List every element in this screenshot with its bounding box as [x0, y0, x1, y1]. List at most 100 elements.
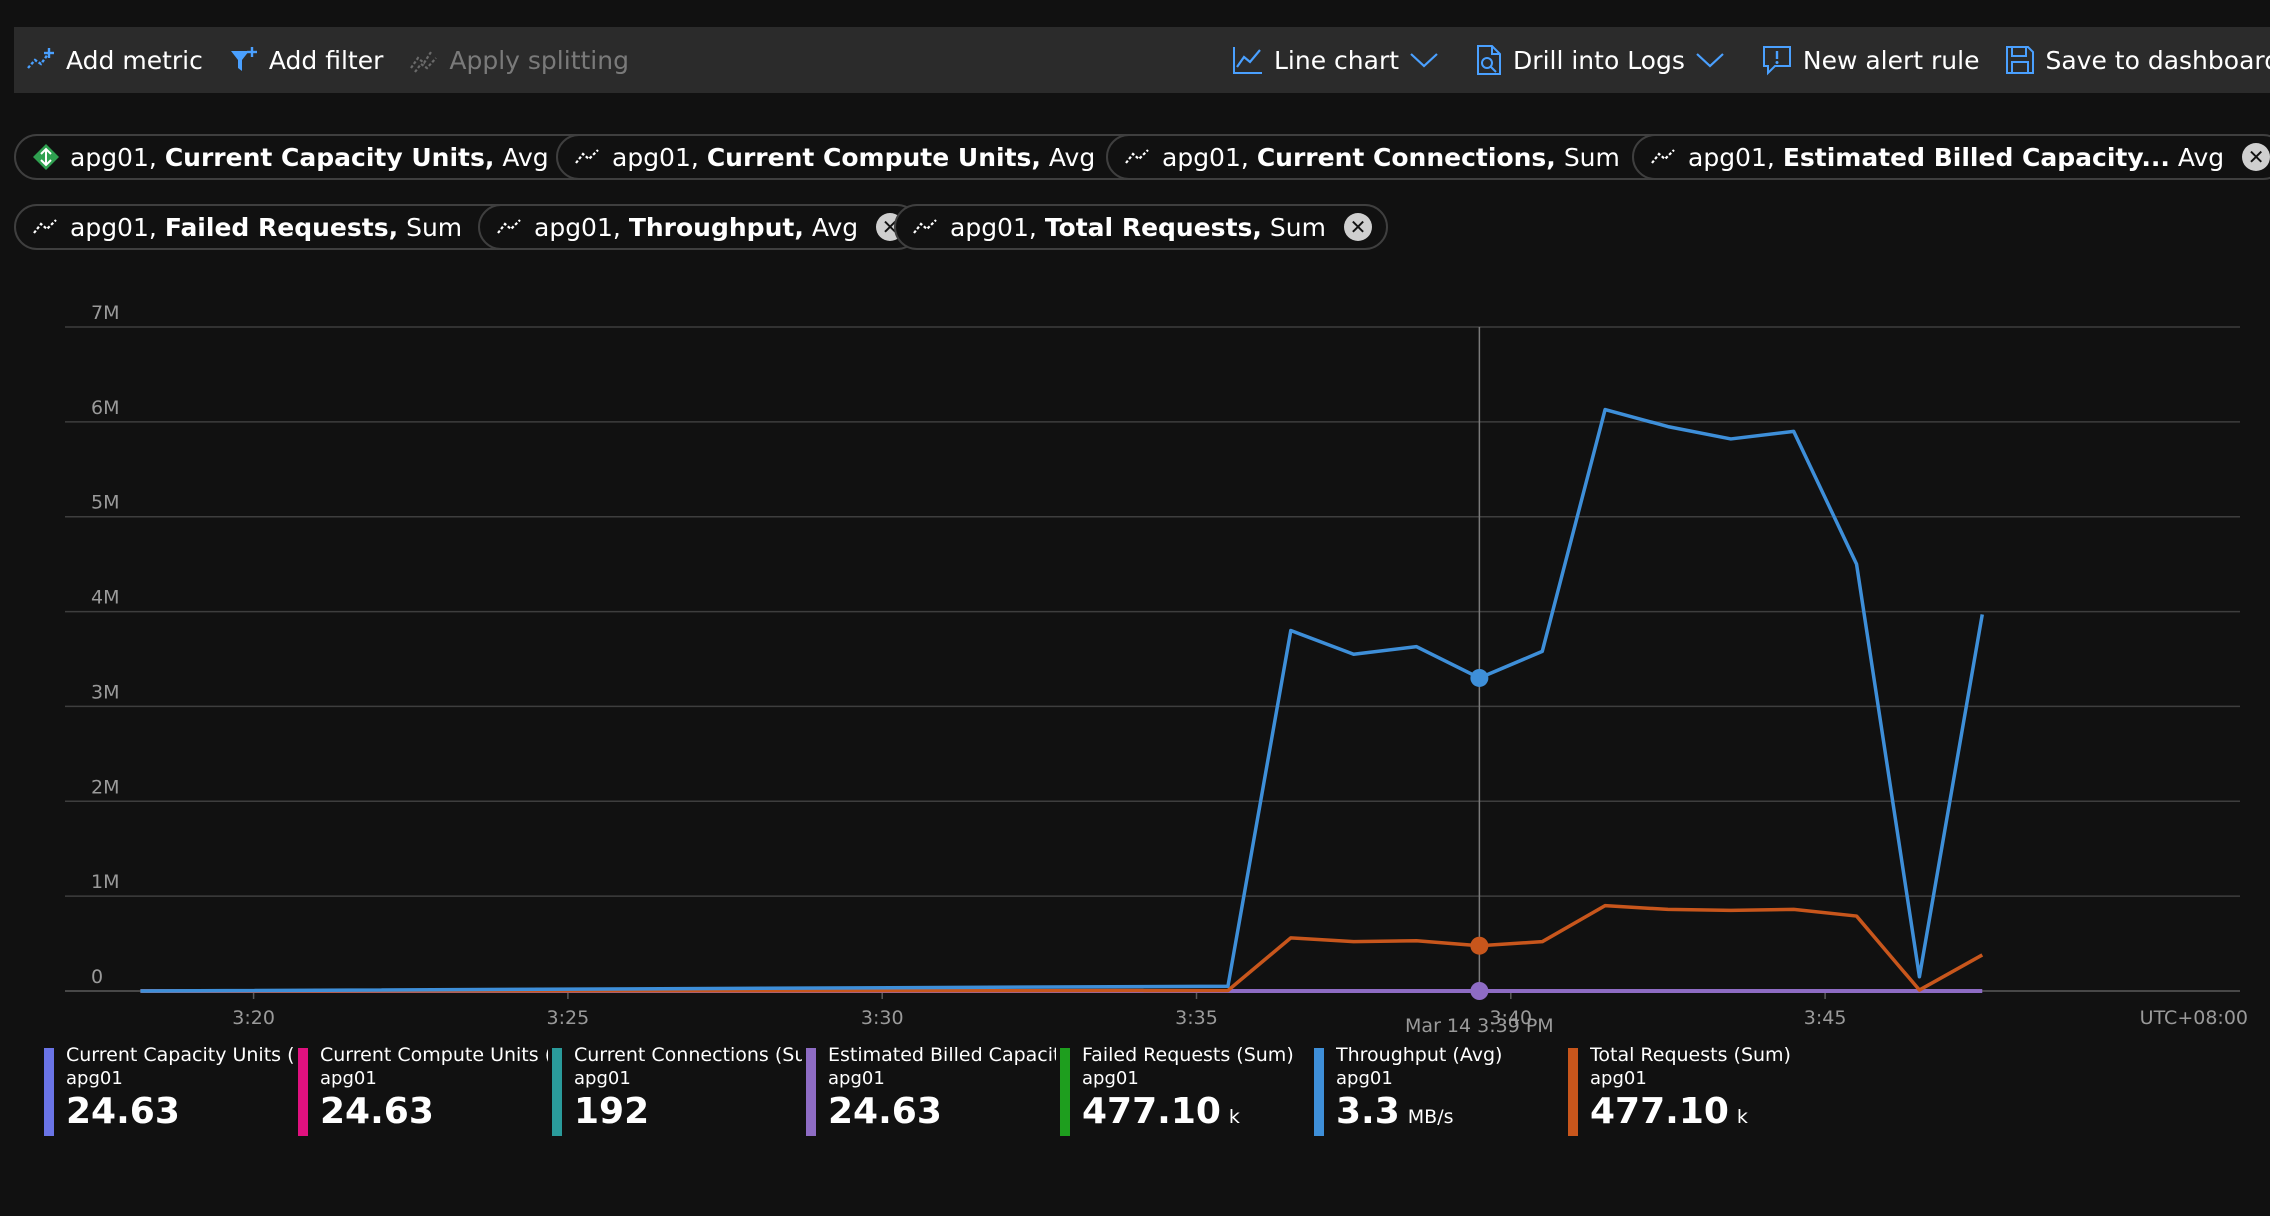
- line-chart-icon: [1233, 47, 1262, 74]
- legend-value: 24.63: [66, 1091, 180, 1132]
- y-tick-label: 4M: [91, 587, 119, 609]
- legend-color-bar: [44, 1048, 54, 1136]
- legend-value: 24.63: [320, 1091, 434, 1132]
- legend-metric-name: Estimated Billed Capacity ...: [828, 1044, 1056, 1066]
- remove-metric-icon[interactable]: ✕: [1343, 213, 1372, 241]
- legend-color-bar: [1314, 1048, 1324, 1136]
- legend-resource: apg01: [66, 1068, 123, 1089]
- apply-splitting-label: Apply splitting: [449, 45, 629, 75]
- metric-pill-current-capacity[interactable]: apg01, Current Capacity Units, Avg ✕: [14, 134, 611, 180]
- legend-resource: apg01: [320, 1068, 377, 1089]
- legend-item[interactable]: Throughput (Avg) apg01 3.3 MB/s: [1314, 1044, 1568, 1136]
- legend-item[interactable]: Failed Requests (Sum) apg01 477.10 k: [1060, 1044, 1314, 1136]
- marker-throughput: [1470, 668, 1489, 687]
- pill-resource: apg01,: [612, 142, 699, 172]
- pill-aggregation: Avg: [2177, 142, 2225, 172]
- metric-pill-estimated-billed[interactable]: apg01, Estimated Billed Capacity... Avg …: [1632, 134, 2270, 180]
- legend-item[interactable]: Current Compute Units (A... apg01 24.63: [298, 1044, 552, 1136]
- legend-value: 3.3: [1336, 1091, 1400, 1132]
- apply-splitting-button[interactable]: Apply splitting: [409, 46, 629, 75]
- pill-resource: apg01,: [950, 212, 1037, 242]
- metric-pill-current-compute[interactable]: apg01, Current Compute Units, Avg ✕: [556, 134, 1158, 180]
- y-tick-label: 7M: [91, 302, 119, 324]
- pill-metric: Current Connections,: [1256, 142, 1556, 172]
- legend-color-bar: [1060, 1048, 1070, 1136]
- x-tick-label: 3:45: [1804, 1007, 1847, 1029]
- timezone-label: UTC+08:00: [2140, 1007, 2248, 1029]
- chevron-down-icon: [1696, 53, 1724, 68]
- x-tick-label: 3:35: [1175, 1007, 1218, 1029]
- chart-legend: Current Capacity Units (Avg) apg01 24.63…: [44, 1044, 1822, 1136]
- chevron-down-icon: [1410, 53, 1438, 68]
- save-icon: [2006, 46, 2035, 74]
- app-gateway-icon: [32, 143, 60, 171]
- y-tick-label: 3M: [91, 681, 119, 703]
- add-metric-label: Add metric: [66, 45, 203, 75]
- metric-line-icon: [574, 143, 602, 171]
- save-to-dashboard-label: Save to dashboard: [2045, 45, 2270, 75]
- remove-metric-icon[interactable]: ✕: [2242, 143, 2270, 171]
- pill-metric: Estimated Billed Capacity...: [1782, 142, 2170, 172]
- legend-value: 477.10: [1082, 1091, 1221, 1132]
- series-line-throughput: [140, 407, 1984, 993]
- legend-resource: apg01: [1082, 1068, 1139, 1089]
- legend-metric-name: Current Connections (Sum): [574, 1044, 802, 1066]
- legend-item[interactable]: Total Requests (Sum) apg01 477.10 k: [1568, 1044, 1822, 1136]
- y-tick-label: 1M: [91, 871, 119, 893]
- metric-pill-current-connections[interactable]: apg01, Current Connections, Sum ✕: [1106, 134, 1682, 180]
- line-chart-dropdown[interactable]: Line chart: [1232, 45, 1449, 75]
- alert-icon: [1762, 46, 1791, 76]
- pill-resource: apg01,: [70, 142, 157, 172]
- cursor-time-label: Mar 14 3:39 PM: [1405, 1015, 1554, 1037]
- series-line-total-requests: [140, 903, 1984, 993]
- y-tick-label: 0: [91, 966, 103, 988]
- legend-item[interactable]: Current Connections (Sum) apg01 192: [552, 1044, 806, 1136]
- metric-line-icon: [32, 213, 60, 241]
- pill-aggregation: Sum: [1563, 142, 1620, 172]
- x-tick-label: 3:20: [232, 1007, 275, 1029]
- legend-color-bar: [806, 1048, 816, 1136]
- legend-resource: apg01: [1590, 1068, 1647, 1089]
- pill-resource: apg01,: [534, 212, 621, 242]
- save-to-dashboard-dropdown[interactable]: Save to dashboard: [2005, 45, 2270, 75]
- pill-metric: Throughput,: [628, 212, 804, 242]
- legend-resource: apg01: [1336, 1068, 1393, 1089]
- legend-resource: apg01: [574, 1068, 631, 1089]
- metrics-toolbar: Add metric Add filter Apply splitting Li…: [14, 27, 2270, 93]
- splitting-icon: [410, 51, 438, 73]
- add-filter-button[interactable]: Add filter: [229, 45, 383, 75]
- legend-unit: k: [1736, 1106, 1748, 1128]
- legend-value: 24.63: [828, 1091, 942, 1132]
- pill-aggregation: Sum: [406, 212, 463, 242]
- add-metric-button[interactable]: Add metric: [26, 46, 203, 75]
- drill-into-logs-dropdown[interactable]: Drill into Logs: [1475, 44, 1735, 76]
- y-tick-label: 2M: [91, 776, 119, 798]
- drill-into-logs-label: Drill into Logs: [1513, 45, 1685, 75]
- metric-pill-total-requests[interactable]: apg01, Total Requests, Sum ✕: [894, 204, 1388, 250]
- pill-metric: Current Compute Units,: [706, 142, 1041, 172]
- marker-total-requests: [1470, 936, 1489, 955]
- legend-unit: MB/s: [1407, 1106, 1454, 1128]
- new-alert-rule-button[interactable]: New alert rule: [1761, 44, 1979, 76]
- legend-resource: apg01: [828, 1068, 885, 1089]
- metrics-line-chart[interactable]: 01M2M3M4M5M6M7M3:20 3:25 3:30 3:35 3:40 3:45 U…: [0, 290, 2270, 1040]
- legend-item[interactable]: Current Capacity Units (Avg) apg01 24.63: [44, 1044, 298, 1136]
- metric-pill-failed-requests[interactable]: apg01, Failed Requests, Sum ✕: [14, 204, 525, 250]
- legend-metric-name: Current Capacity Units (Avg): [66, 1044, 294, 1066]
- metric-line-icon: [496, 213, 524, 241]
- legend-metric-name: Failed Requests (Sum): [1082, 1044, 1294, 1066]
- add-filter-icon: [230, 47, 257, 71]
- pill-aggregation: Avg: [1048, 142, 1096, 172]
- metric-line-icon: [1650, 143, 1678, 171]
- line-chart-label: Line chart: [1274, 45, 1400, 75]
- y-tick-label: 5M: [91, 492, 119, 514]
- metric-line-icon: [912, 213, 940, 241]
- legend-color-bar: [552, 1048, 562, 1136]
- pill-metric: Current Capacity Units,: [164, 142, 495, 172]
- pill-resource: apg01,: [1162, 142, 1249, 172]
- pill-resource: apg01,: [70, 212, 157, 242]
- pill-aggregation: Sum: [1269, 212, 1326, 242]
- metric-pill-throughput[interactable]: apg01, Throughput, Avg ✕: [478, 204, 921, 250]
- legend-item[interactable]: Estimated Billed Capacity ... apg01 24.6…: [806, 1044, 1060, 1136]
- legend-metric-name: Throughput (Avg): [1336, 1044, 1503, 1066]
